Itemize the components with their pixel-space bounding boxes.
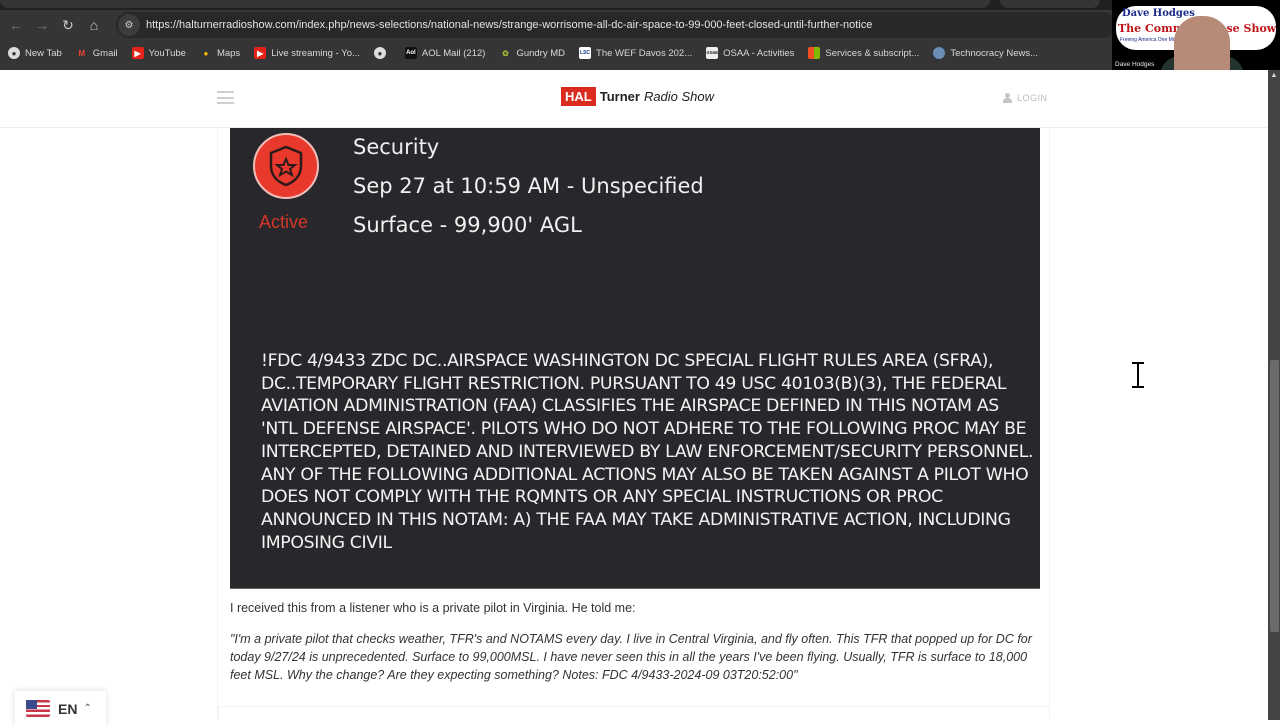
webcam-name-label: Dave Hodges	[1115, 61, 1155, 68]
reload-button[interactable]: ↻	[55, 12, 81, 38]
bookmark-label: New Tab	[25, 47, 62, 59]
aol-icon: Aol	[404, 47, 417, 59]
bookmark-aol-mail[interactable]: Aol AOL Mail (212)	[404, 47, 486, 59]
lsc-icon: LSC	[579, 47, 592, 59]
bookmark-osaa[interactable]: osaa OSAA - Activities	[706, 47, 794, 59]
bookmark-maps[interactable]: ● Maps	[200, 47, 241, 59]
osaa-icon: osaa	[706, 47, 719, 59]
menu-icon[interactable]	[217, 91, 234, 104]
bookmark-label: Gundry MD	[516, 47, 566, 59]
pilot-quote: "I'm a private pilot that checks weather…	[230, 632, 1032, 682]
bookmarks-bar: ● New Tab M Gmail ▶ YouTube ● Maps ▶ Live str…	[0, 42, 1120, 64]
bookmark-services[interactable]: Services & subscript...	[808, 47, 919, 59]
status-active: Active	[259, 212, 309, 232]
tab-strip	[0, 0, 1280, 10]
back-button[interactable]: ←	[3, 12, 29, 38]
notam-title: Security	[353, 135, 440, 159]
logo-turner: Turner	[599, 89, 640, 104]
login-link[interactable]: LOGIN	[1003, 93, 1048, 103]
bookmark-label: YouTube	[148, 47, 186, 59]
language-switcher[interactable]: EN ⌃	[15, 691, 106, 726]
bookmark-wef-davos[interactable]: LSC The WEF Davos 202...	[579, 47, 692, 59]
bookmark-label: Technocracy News...	[950, 47, 1039, 59]
notam-screenshot: Active Security Sep 27 at 10:59 AM - Uns…	[230, 128, 1040, 589]
bookmark-label: Live streaming - Yo...	[271, 47, 360, 59]
bookmark-technocracy[interactable]: Technocracy News...	[933, 47, 1038, 59]
bookmark-youtube[interactable]: ▶ YouTube	[131, 47, 186, 59]
web-page: HAL Turner Radio Show LOGIN Active Secur…	[0, 70, 1268, 720]
logo-hal: HAL	[561, 87, 596, 106]
bookmark-globe[interactable]: ●	[373, 47, 391, 59]
site-logo[interactable]: HAL Turner Radio Show	[561, 87, 714, 106]
chevron-up-icon: ⌃	[83, 703, 92, 714]
site-settings-icon[interactable]: ⚙	[118, 14, 140, 36]
bookmark-label: The WEF Davos 202...	[596, 47, 693, 59]
home-icon: ⌂	[89, 17, 99, 33]
bookmark-live-streaming[interactable]: ▶ Live streaming - Yo...	[254, 47, 360, 59]
home-button[interactable]: ⌂	[81, 12, 107, 38]
youtube-icon: ▶	[131, 47, 144, 59]
browser-tab[interactable]	[0, 0, 990, 8]
bookmark-label: Services & subscript...	[825, 47, 920, 59]
text-cursor-icon	[1132, 361, 1144, 389]
bookmark-label: OSAA - Activities	[723, 47, 795, 59]
gundry-icon: ✿	[502, 48, 509, 58]
scroll-up-icon[interactable]: ▲	[1270, 72, 1278, 79]
browser-chrome: ← → ↻ ⌂ ⚙ https://halturnerradioshow.com…	[0, 0, 1280, 70]
article-intro: I received this from a listener who is a…	[230, 601, 636, 615]
navigation-bar: ← → ↻ ⌂ ⚙ https://halturnerradioshow.com…	[0, 12, 1280, 38]
login-label: LOGIN	[1017, 93, 1048, 103]
presenter-face	[1174, 16, 1230, 72]
webcam-overlay: Dave Hodges The Common Sense Show Freein…	[1112, 0, 1280, 72]
scrollbar-thumb[interactable]	[1270, 360, 1279, 632]
technocracy-icon	[933, 47, 946, 59]
arrow-right-icon: →	[35, 17, 49, 33]
language-code: EN	[58, 700, 78, 717]
globe-icon: ●	[8, 47, 20, 59]
bookmark-label: Maps	[216, 47, 241, 59]
banner-host-name: Dave Hodges	[1122, 8, 1195, 19]
notam-time: Sep 27 at 10:59 AM - Unspecified	[353, 174, 704, 198]
bookmark-gundry-md[interactable]: ✿ Gundry MD	[499, 47, 565, 59]
browser-tab[interactable]	[1000, 0, 1100, 8]
site-header: HAL Turner Radio Show LOGIN	[0, 70, 1268, 128]
reload-icon: ↻	[62, 16, 74, 33]
maps-icon: ●	[203, 48, 209, 58]
bookmark-new-tab[interactable]: ● New Tab	[8, 47, 62, 59]
bookmark-label: AOL Mail (212)	[421, 47, 486, 59]
us-flag-icon	[26, 700, 50, 717]
url-text[interactable]: https://halturnerradioshow.com/index.php…	[146, 19, 872, 31]
user-icon	[1003, 93, 1012, 103]
content-container-edge	[218, 706, 1050, 720]
microsoft-icon	[808, 47, 821, 59]
bookmark-gmail[interactable]: M Gmail	[76, 47, 118, 59]
notam-altitude: Surface - 99,900' AGL	[353, 213, 582, 237]
gmail-icon: M	[78, 48, 86, 58]
notam-text: !FDC 4/9433 ZDC DC..AIRSPACE WASHINGTON …	[261, 351, 1034, 553]
youtube-icon: ▶	[254, 47, 267, 59]
arrow-left-icon: ←	[9, 17, 23, 33]
security-shield-icon	[253, 133, 319, 199]
forward-button[interactable]: →	[29, 12, 55, 38]
article-body: Active Security Sep 27 at 10:59 AM - Uns…	[217, 128, 1050, 718]
globe-icon: ●	[373, 47, 386, 59]
logo-radio-show: Radio Show	[643, 89, 715, 104]
page-scrollbar[interactable]: ▲	[1268, 70, 1280, 720]
address-bar[interactable]: ⚙ https://halturnerradioshow.com/index.p…	[116, 12, 1116, 38]
bookmark-label: Gmail	[92, 47, 118, 59]
